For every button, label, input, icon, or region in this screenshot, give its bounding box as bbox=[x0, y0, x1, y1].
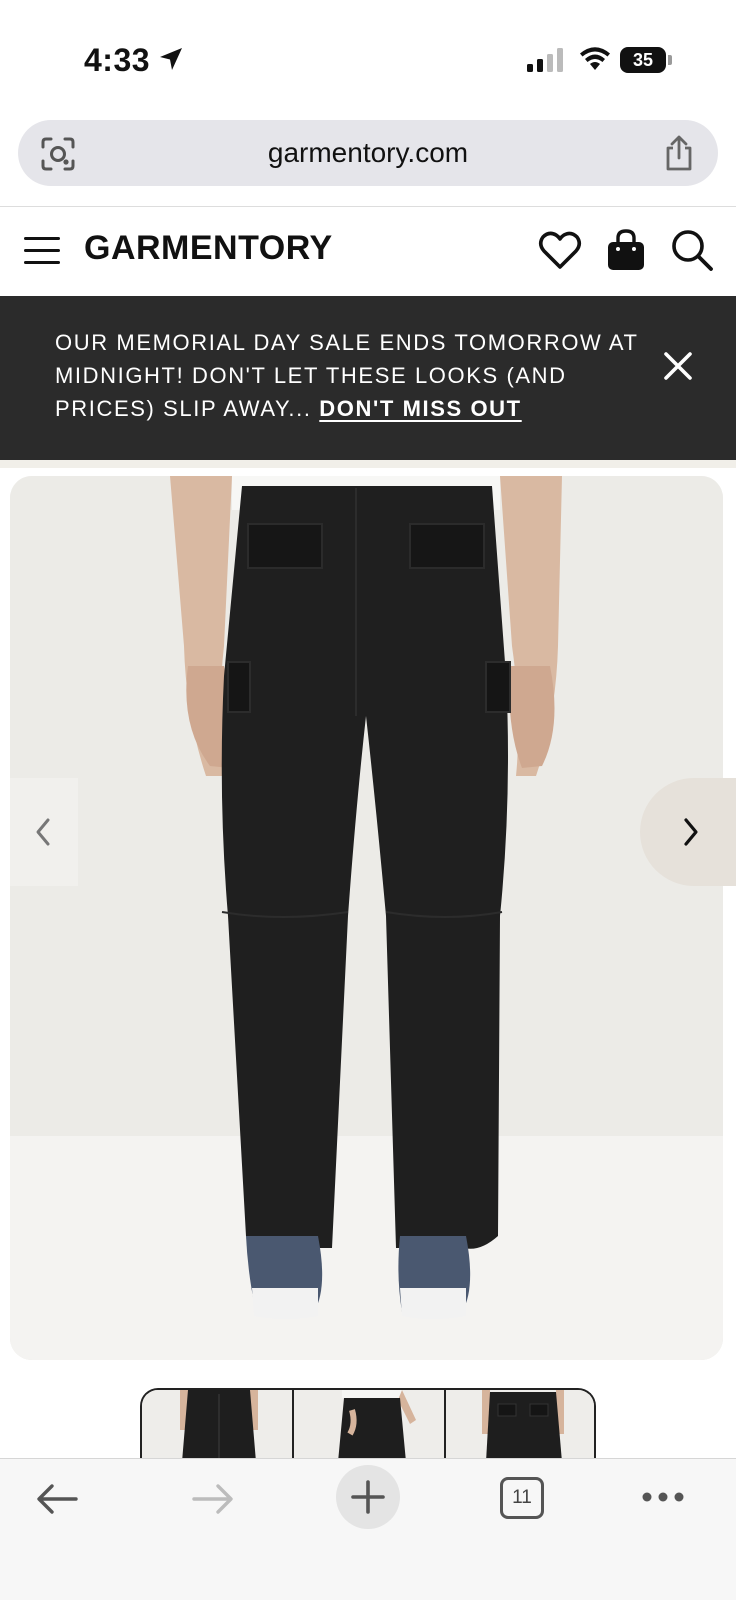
brand-logo[interactable]: GARMENTORY bbox=[84, 229, 333, 268]
tab-switcher-button[interactable]: 11 bbox=[500, 1477, 544, 1519]
chevron-right-icon bbox=[684, 818, 698, 846]
promo-text: OUR MEMORIAL DAY SALE ENDS TOMORROW AT M… bbox=[55, 326, 655, 425]
site-header: GARMENTORY bbox=[0, 207, 736, 295]
thumbnail-2[interactable] bbox=[294, 1390, 444, 1460]
back-arrow-icon[interactable] bbox=[34, 1479, 80, 1519]
browser-toolbar: 11 bbox=[0, 1458, 736, 1600]
battery-cap bbox=[668, 55, 672, 65]
plus-icon bbox=[351, 1480, 385, 1514]
more-options-icon[interactable] bbox=[640, 1487, 686, 1507]
forward-arrow-icon[interactable] bbox=[190, 1479, 236, 1519]
shopping-bag-icon[interactable] bbox=[603, 227, 649, 273]
url-text[interactable]: garmentory.com bbox=[18, 120, 718, 186]
product-image[interactable] bbox=[10, 476, 723, 1360]
chevron-left-icon bbox=[36, 818, 50, 846]
location-arrow-icon bbox=[160, 48, 182, 70]
wifi-icon bbox=[580, 47, 610, 70]
thumbnail-1[interactable] bbox=[142, 1390, 292, 1460]
address-bar[interactable]: garmentory.com bbox=[18, 120, 718, 186]
status-bar: 4:33 35 bbox=[0, 0, 736, 110]
menu-icon[interactable] bbox=[24, 233, 60, 267]
new-tab-button[interactable] bbox=[336, 1465, 400, 1529]
search-icon[interactable] bbox=[669, 227, 715, 273]
previous-image-button[interactable] bbox=[8, 778, 78, 886]
status-time: 4:33 bbox=[84, 42, 151, 78]
cellular-signal-icon bbox=[527, 48, 563, 72]
promo-link[interactable]: DON'T MISS OUT bbox=[319, 396, 521, 421]
screen: 4:33 35 garmentory.com GARMENTORY OUR ME… bbox=[0, 0, 736, 1600]
share-icon[interactable] bbox=[662, 134, 696, 172]
product-photo bbox=[10, 476, 723, 1360]
page-strip bbox=[0, 460, 736, 468]
thumbnail-strip bbox=[140, 1388, 596, 1460]
next-image-button[interactable] bbox=[640, 778, 736, 886]
promo-banner: OUR MEMORIAL DAY SALE ENDS TOMORROW AT M… bbox=[0, 296, 736, 460]
battery-level: 35 bbox=[632, 50, 654, 70]
battery-indicator: 35 bbox=[620, 47, 672, 73]
thumbnail-3[interactable] bbox=[446, 1390, 596, 1460]
wishlist-heart-icon[interactable] bbox=[537, 227, 583, 273]
close-icon[interactable] bbox=[660, 348, 696, 384]
